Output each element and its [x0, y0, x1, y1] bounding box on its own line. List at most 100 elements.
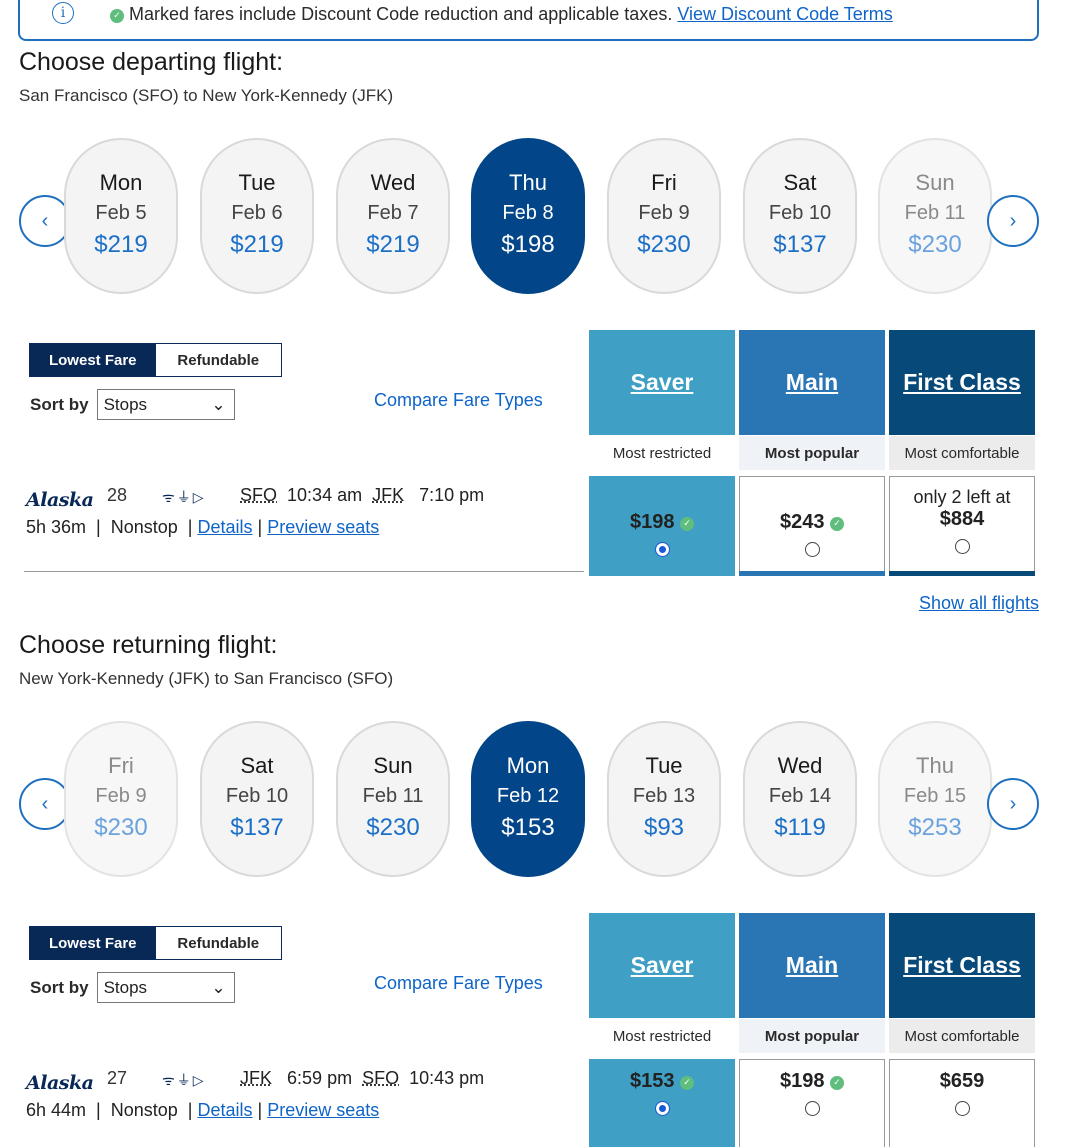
- saver-header[interactable]: Saver: [589, 913, 735, 1018]
- day-name: Sun: [915, 170, 955, 195]
- depart-day-0[interactable]: Mon Feb 5 $219: [64, 138, 178, 294]
- day-price: $230: [637, 231, 691, 258]
- saver-radio[interactable]: [654, 1101, 670, 1116]
- compare-fare-types-link[interactable]: Compare Fare Types: [374, 390, 543, 411]
- preview-seats-link[interactable]: Preview seats: [267, 1100, 379, 1120]
- main-desc: Most popular: [739, 1019, 885, 1053]
- day-price: $219: [230, 231, 284, 258]
- first-class-radio[interactable]: [954, 539, 970, 554]
- main-label: Main: [785, 952, 839, 978]
- details-link[interactable]: Details: [197, 1100, 252, 1120]
- day-date: Feb 7: [367, 202, 419, 224]
- saver-price: $198: [629, 511, 675, 533]
- return-route: New York-Kennedy (JFK) to San Francisco …: [19, 669, 394, 688]
- depart-day-5[interactable]: Sat Feb 10 $137: [743, 138, 857, 294]
- next-dates-button[interactable]: ›: [987, 778, 1039, 830]
- return-day-4[interactable]: Tue Feb 13 $93: [607, 721, 721, 877]
- return-day-5[interactable]: Wed Feb 14 $119: [743, 721, 857, 877]
- first-class-price: $659: [939, 1070, 985, 1092]
- stops: Nonstop: [110, 517, 178, 537]
- saver-header[interactable]: Saver: [589, 330, 735, 435]
- main-label: Main: [785, 369, 839, 395]
- day-date: Feb 5: [95, 202, 147, 224]
- main-fare-option[interactable]: $198 ✓: [739, 1059, 885, 1147]
- refundable-tab[interactable]: Refundable: [156, 927, 282, 959]
- next-dates-button[interactable]: ›: [987, 195, 1039, 247]
- return-day-2[interactable]: Sun Feb 11 $230: [336, 721, 450, 877]
- day-price: $153: [501, 814, 555, 841]
- day-price: $198: [501, 231, 555, 258]
- sort-value: Stops: [103, 394, 148, 414]
- check-icon: ✓: [830, 516, 845, 531]
- depart-day-2[interactable]: Wed Feb 7 $219: [336, 138, 450, 294]
- return-day-1[interactable]: Sat Feb 10 $137: [200, 721, 314, 877]
- wifi-icon: ᯤ: [162, 489, 177, 505]
- info-icon: i: [52, 2, 74, 24]
- lowest-fare-tab[interactable]: Lowest Fare: [30, 344, 156, 376]
- day-price: $137: [230, 814, 284, 841]
- first-class-fare-option[interactable]: only 2 left at $884: [889, 476, 1035, 576]
- depart-day-6[interactable]: Sun Feb 11 $230: [878, 138, 992, 294]
- saver-fare-option[interactable]: $153 ✓: [589, 1059, 735, 1147]
- flight-number: 27: [107, 1068, 128, 1088]
- main-radio[interactable]: [804, 542, 820, 557]
- origin-code: SFO: [240, 485, 278, 505]
- chevron-down-icon: ⌄: [211, 977, 226, 997]
- main-desc: Most popular: [739, 436, 885, 470]
- day-name: Wed: [777, 753, 823, 778]
- first-class-price: $884: [939, 508, 985, 530]
- check-icon: ✓: [830, 1075, 845, 1090]
- day-name: Tue: [645, 753, 683, 778]
- day-date: Feb 12: [496, 785, 560, 807]
- return-day-6[interactable]: Thu Feb 15 $253: [878, 721, 992, 877]
- main-header[interactable]: Main: [739, 330, 885, 435]
- fare-bar: [889, 571, 1035, 576]
- depart-section: Choose departing flight: San Francisco (…: [0, 48, 1080, 613]
- first-class-header[interactable]: First Class: [889, 330, 1035, 435]
- sort-select[interactable]: Stops ⌄: [96, 389, 235, 420]
- compare-fare-types-link[interactable]: Compare Fare Types: [374, 973, 543, 994]
- first-class-fare-option[interactable]: $659: [889, 1059, 1035, 1147]
- day-date: Feb 10: [768, 202, 832, 224]
- preview-seats-link[interactable]: Preview seats: [267, 517, 379, 537]
- flight-number: 28: [107, 485, 128, 505]
- day-price: $219: [94, 231, 148, 258]
- discount-terms-link[interactable]: View Discount Code Terms: [677, 4, 892, 24]
- wifi-icon: ᯤ: [162, 1072, 177, 1088]
- depart-day-4[interactable]: Fri Feb 9 $230: [607, 138, 721, 294]
- details-link[interactable]: Details: [197, 517, 252, 537]
- main-header[interactable]: Main: [739, 913, 885, 1018]
- saver-label: Saver: [630, 952, 694, 978]
- day-date: Feb 15: [903, 785, 967, 807]
- saver-price: $153: [629, 1070, 675, 1092]
- saver-fare-option[interactable]: $198 ✓: [589, 476, 735, 576]
- sort-select[interactable]: Stops ⌄: [96, 972, 235, 1003]
- lowest-fare-tab[interactable]: Lowest Fare: [30, 927, 156, 959]
- day-price: $253: [908, 814, 962, 841]
- refundable-tab[interactable]: Refundable: [156, 344, 282, 376]
- first-class-radio[interactable]: [954, 1101, 970, 1116]
- first-class-header[interactable]: First Class: [889, 913, 1035, 1018]
- day-name: Sat: [783, 170, 817, 195]
- depart-day-1[interactable]: Tue Feb 6 $219: [200, 138, 314, 294]
- main-radio[interactable]: [804, 1101, 820, 1116]
- departure-time: 6:59 pm: [287, 1068, 353, 1088]
- return-day-0[interactable]: Fri Feb 9 $230: [64, 721, 178, 877]
- main-fare-option[interactable]: $243 ✓: [739, 476, 885, 576]
- duration: 6h 44m: [26, 1100, 87, 1120]
- day-name: Mon: [99, 170, 143, 195]
- saver-radio[interactable]: [654, 542, 670, 557]
- arrival-time: 10:43 pm: [409, 1068, 485, 1088]
- show-all-flights-link[interactable]: Show all flights: [919, 593, 1039, 614]
- sort-label: Sort by: [30, 394, 89, 414]
- fare-toggle: Lowest Fare Refundable: [29, 343, 282, 377]
- day-name: Fri: [651, 170, 677, 195]
- entertainment-icon: ▷: [192, 1072, 206, 1088]
- day-date: Feb 13: [632, 785, 696, 807]
- day-price: $230: [94, 814, 148, 841]
- return-day-3-selected[interactable]: Mon Feb 12 $153: [471, 721, 585, 877]
- origin-code: JFK: [240, 1068, 273, 1088]
- depart-day-3-selected[interactable]: Thu Feb 8 $198: [471, 138, 585, 294]
- notice-text: Marked fares include Discount Code reduc…: [129, 4, 673, 24]
- day-name: Thu: [509, 170, 547, 195]
